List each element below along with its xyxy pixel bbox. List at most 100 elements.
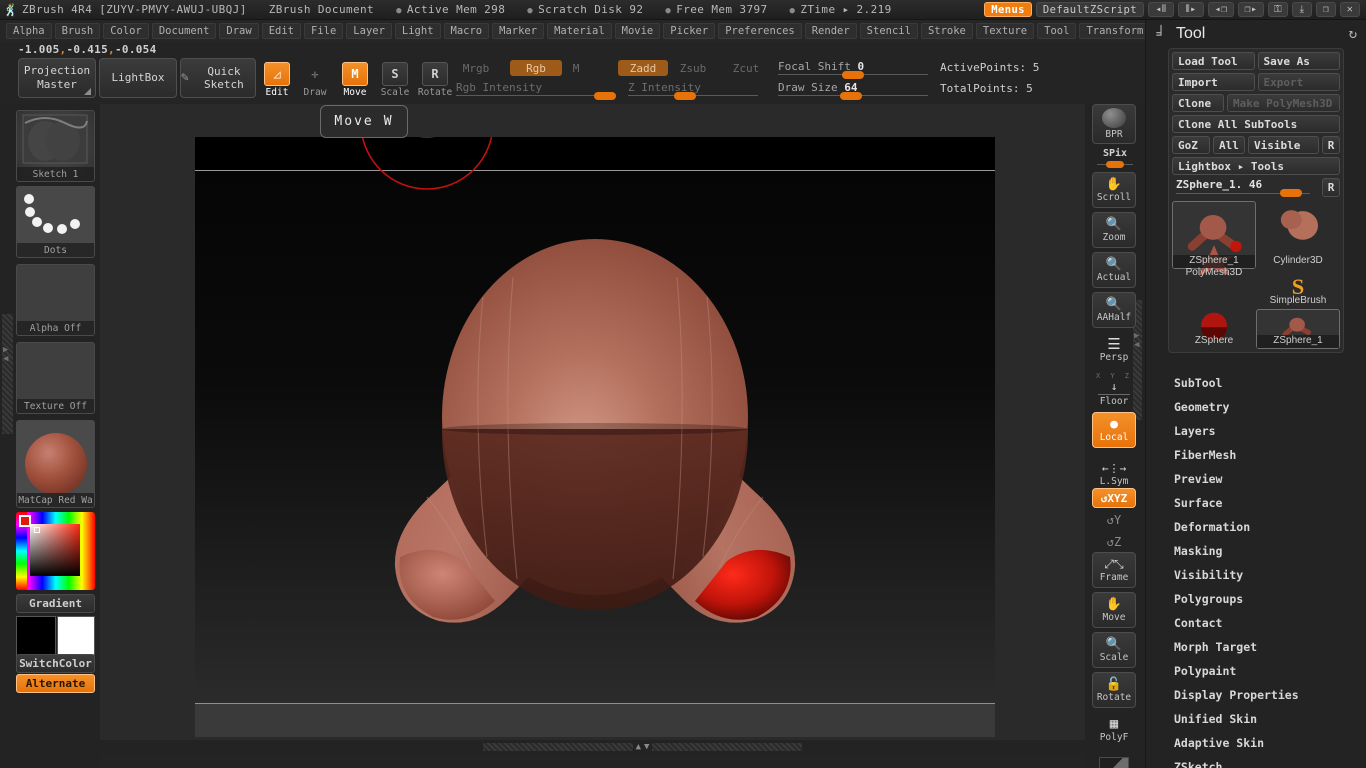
zscript-button[interactable]: DefaultZScript [1035,2,1144,17]
mode-m[interactable]: M [566,60,586,76]
floor-button[interactable]: X Y Z ↓ Floor [1092,372,1136,408]
mode-zadd[interactable]: Zadd [618,60,668,76]
transp-button[interactable] [1092,752,1136,768]
aahalf-button[interactable]: 🔍 AAHalf [1092,292,1136,328]
tool-item-zsphere-1-selected[interactable]: ZSphere_1 [1256,309,1340,349]
menu-item-edit[interactable]: Edit [261,23,301,39]
restore-icon[interactable]: ❐ [1316,2,1336,17]
rgb-intensity-slider[interactable]: Rgb Intensity [456,81,616,100]
menu-item-document[interactable]: Document [151,23,217,39]
left-shelf-arrows-icon[interactable]: ▶ ◀ [3,346,8,364]
subpalette-unified-skin[interactable]: Unified Skin [1146,712,1366,726]
lsym-button[interactable]: ←⋮→ L.Sym [1092,456,1136,492]
mode-zsub[interactable]: Zsub [672,60,714,76]
menu-item-render[interactable]: Render [804,23,857,39]
subpalette-preview[interactable]: Preview [1146,472,1366,486]
subpalette-contact[interactable]: Contact [1146,616,1366,630]
subpalette-deformation[interactable]: Deformation [1146,520,1366,534]
bpr-button[interactable]: BPR [1092,104,1136,144]
lock-icon[interactable]: ⚿ [1268,2,1288,17]
subpalette-geometry[interactable]: Geometry [1146,400,1366,414]
scroll-down-icon[interactable]: ▼ [644,742,649,752]
xyz-button[interactable]: ↺XYZ [1092,488,1136,508]
subpalette-visibility[interactable]: Visibility [1146,568,1366,582]
move-button[interactable]: M Move [338,58,372,98]
subpalette-subtool[interactable]: SubTool [1146,376,1366,390]
rotate-button[interactable]: R Rotate [418,58,452,98]
scroll-button[interactable]: ✋ Scroll [1092,172,1136,208]
alpha-slot[interactable]: Alpha Off [16,264,95,336]
move-view-button[interactable]: ✋ Move [1092,592,1136,628]
document-canvas[interactable] [195,137,995,737]
focal-shift-slider[interactable]: Focal Shift 0 [778,60,928,79]
mode-zcut[interactable]: Zcut [726,60,766,76]
subpalette-surface[interactable]: Surface [1146,496,1366,510]
save-as-button[interactable]: Save As [1257,52,1340,70]
next-tray-icon[interactable]: ❐▸ [1238,2,1264,17]
draw-button[interactable]: ✛ Draw [298,58,332,98]
lightbox-button[interactable]: LightBox [99,58,177,98]
texture-slot[interactable]: Texture Off [16,342,95,414]
menu-item-transform[interactable]: Transform [1079,23,1151,39]
draw-size-slider[interactable]: Draw Size 64 [778,81,928,100]
reset-icon[interactable]: ↻ [1349,26,1357,42]
stroke-slot[interactable]: Sketch 1 [16,110,95,182]
menu-item-stencil[interactable]: Stencil [859,23,918,39]
local-button[interactable]: ● Local [1092,412,1136,448]
zoom-button[interactable]: 🔍 Zoom [1092,212,1136,248]
minimize-icon[interactable]: ⤓ [1292,2,1312,17]
canvas-horizontal-scroll[interactable]: ▲ ▼ [100,740,1185,754]
menu-item-brush[interactable]: Brush [54,23,101,39]
alternate-button[interactable]: Alternate [16,674,95,693]
menu-item-marker[interactable]: Marker [492,23,545,39]
prev-shelf-icon[interactable]: ◂⦀ [1148,2,1174,17]
menu-item-material[interactable]: Material [547,23,612,39]
menu-item-light[interactable]: Light [394,23,441,39]
gradient-button[interactable]: Gradient [16,594,95,613]
menu-item-color[interactable]: Color [103,23,149,39]
menu-item-draw[interactable]: Draw [219,23,259,39]
next-shelf-icon[interactable]: ⦀▸ [1178,2,1204,17]
scale-view-button[interactable]: 🔍 Scale [1092,632,1136,668]
color-picker[interactable] [16,512,95,590]
mode-rgb[interactable]: Rgb [510,60,562,76]
z-rotate-button[interactable]: ↺Z [1092,532,1136,554]
subpalette-polypaint[interactable]: Polypaint [1146,664,1366,678]
clone-all-subtools-button[interactable]: Clone All SubTools [1172,115,1340,133]
scale-button[interactable]: S Scale [378,58,412,98]
mode-mrgb[interactable]: Mrgb [456,60,496,76]
main-color-swatch[interactable] [16,616,56,658]
subpalette-display-properties[interactable]: Display Properties [1146,688,1366,702]
edit-button[interactable]: ◿ Edit [260,58,294,98]
goz-all-button[interactable]: All [1213,136,1245,154]
actual-button[interactable]: 🔍 Actual [1092,252,1136,288]
rotate-view-button[interactable]: 🔓 Rotate [1092,672,1136,708]
close-icon[interactable]: ✕ [1340,2,1360,17]
z-intensity-slider[interactable]: Z Intensity [628,81,758,100]
subpalette-polygroups[interactable]: Polygroups [1146,592,1366,606]
scroll-up-icon[interactable]: ▲ [636,742,641,752]
load-tool-button[interactable]: Load Tool [1172,52,1255,70]
subpalette-zsketch[interactable]: ZSketch [1146,760,1366,768]
menu-item-layer[interactable]: Layer [346,23,392,39]
tool-item-cylinder3d[interactable]: Cylinder3D [1256,201,1340,269]
switch-color-button[interactable]: SwitchColor [16,654,95,673]
canvas-area[interactable]: ▲ ▼ [100,104,1185,754]
subpalette-layers[interactable]: Layers [1146,424,1366,438]
frame-button[interactable]: ⤢⤡ Frame [1092,552,1136,588]
menu-item-file[interactable]: File [304,23,344,39]
secondary-color-swatch[interactable] [57,616,95,658]
material-slot[interactable]: MatCap Red Wa [16,420,95,508]
spix-slider-knob[interactable] [1106,161,1124,168]
subpalette-fibermesh[interactable]: FiberMesh [1146,448,1366,462]
menu-item-alpha[interactable]: Alpha [6,23,52,39]
projection-master-button[interactable]: Projection Master [18,58,96,98]
goz-visible-button[interactable]: Visible [1248,136,1319,154]
menu-item-preferences[interactable]: Preferences [718,23,802,39]
menu-item-macro[interactable]: Macro [443,23,490,39]
menu-item-stroke[interactable]: Stroke [920,23,973,39]
y-rotate-button[interactable]: ↺Y [1092,510,1136,532]
goz-button[interactable]: GoZ [1172,136,1210,154]
persp-button[interactable]: ☰ Persp [1092,332,1136,368]
import-button[interactable]: Import [1172,73,1255,91]
